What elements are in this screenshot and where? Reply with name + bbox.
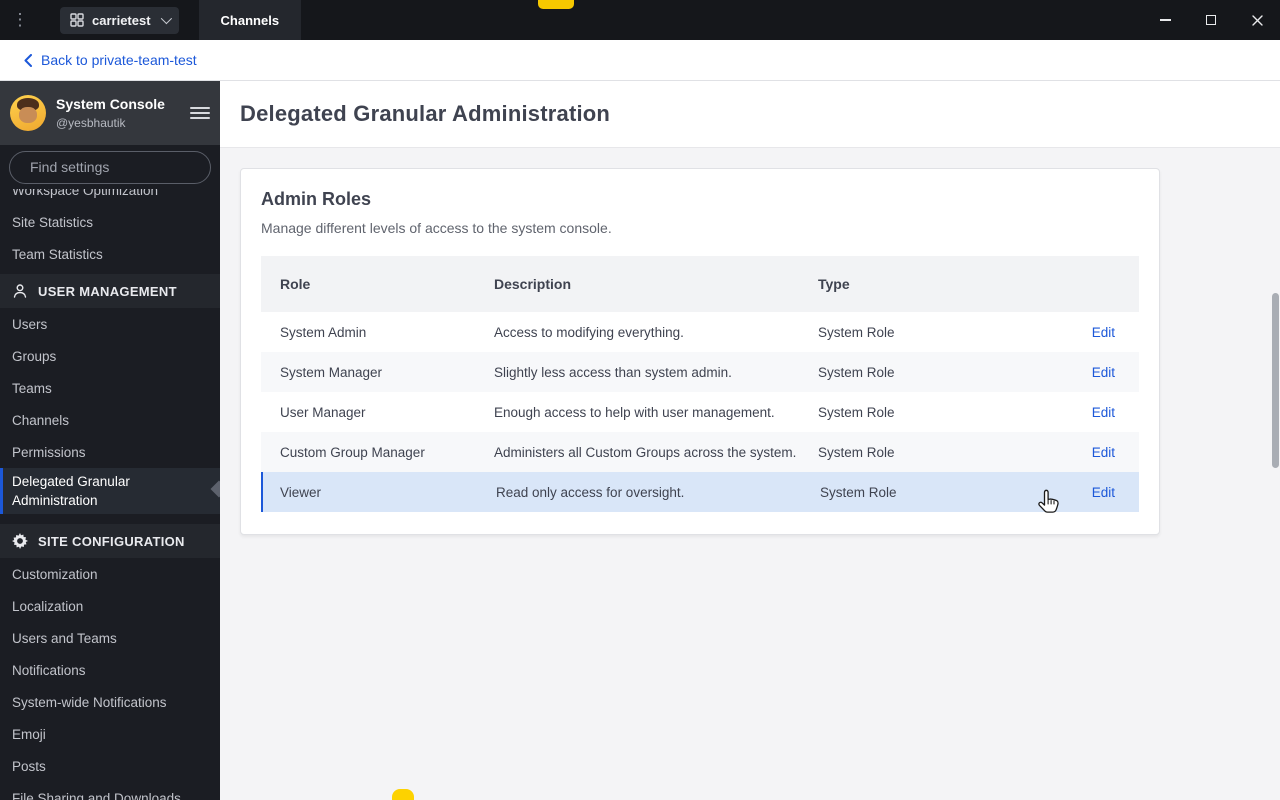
hamburger-menu-icon[interactable] xyxy=(190,103,210,123)
edit-link[interactable]: Edit xyxy=(1092,485,1115,500)
edit-link[interactable]: Edit xyxy=(1092,325,1115,340)
sidebar-item-users[interactable]: Users xyxy=(0,308,220,340)
column-header-description: Description xyxy=(494,276,572,292)
sidebar-item-workspace-optimization[interactable]: Workspace Optimization xyxy=(0,189,220,206)
page-title: Delegated Granular Administration xyxy=(240,101,611,126)
chevron-down-icon xyxy=(160,12,172,25)
cell-role: System Admin xyxy=(280,324,367,340)
table-row-user-manager[interactable]: User Manager Enough access to help with … xyxy=(261,392,1139,432)
cell-description: Access to modifying everything. xyxy=(494,324,684,340)
sidebar-item-users-and-teams[interactable]: Users and Teams xyxy=(0,622,220,654)
column-header-type: Type xyxy=(818,276,850,292)
vertical-scrollbar-thumb[interactable] xyxy=(1272,293,1279,468)
edit-link[interactable]: Edit xyxy=(1092,365,1115,380)
sidebar-titles: System Console @yesbhautik xyxy=(56,96,180,131)
sidebar-item-permissions[interactable]: Permissions xyxy=(0,436,220,468)
admin-roles-card: Admin Roles Manage different levels of a… xyxy=(240,168,1160,535)
sidebar-item-notifications[interactable]: Notifications xyxy=(0,654,220,686)
sidebar-item-delegated-granular-administration[interactable]: Delegated Granular Administration xyxy=(0,468,220,514)
section-header-site-configuration: SITE CONFIGURATION xyxy=(0,524,220,558)
server-selector-button[interactable]: carrietest xyxy=(60,6,179,34)
window-controls xyxy=(1142,0,1280,40)
close-icon xyxy=(1251,14,1263,26)
close-button[interactable] xyxy=(1234,0,1280,40)
section-header-user-management: USER MANAGEMENT xyxy=(0,274,220,308)
maximize-icon xyxy=(1206,15,1216,25)
minimize-icon xyxy=(1159,19,1171,21)
table-row-system-admin[interactable]: System Admin Access to modifying everyth… xyxy=(261,312,1139,352)
card-header: Admin Roles Manage different levels of a… xyxy=(241,169,1159,256)
decorative-yellow-fragment-top xyxy=(538,0,574,9)
console-username: @yesbhautik xyxy=(56,115,126,130)
edit-link[interactable]: Edit xyxy=(1092,445,1115,460)
window-top-bar: ⋮ carrietest Channels xyxy=(0,0,1280,40)
table-row-custom-group-manager[interactable]: Custom Group Manager Administers all Cus… xyxy=(261,432,1139,472)
sidebar-item-site-statistics[interactable]: Site Statistics xyxy=(0,206,220,238)
column-header-role: Role xyxy=(280,276,311,292)
back-navigation-bar: Back to private-team-test xyxy=(0,40,1280,81)
edit-link[interactable]: Edit xyxy=(1092,405,1115,420)
server-name-label: carrietest xyxy=(92,12,151,28)
search-input[interactable] xyxy=(30,159,211,175)
admin-roles-table: Role Description Type System Admin Acces… xyxy=(261,256,1139,512)
cell-type: System Role xyxy=(818,364,895,380)
kebab-menu-icon[interactable]: ⋮ xyxy=(0,0,40,40)
cell-role: System Manager xyxy=(280,364,383,380)
main-content: Admin Roles Manage different levels of a… xyxy=(220,148,1280,800)
sidebar-header: System Console @yesbhautik xyxy=(0,81,220,145)
cell-description: Slightly less access than system admin. xyxy=(494,364,732,380)
cell-type: System Role xyxy=(818,404,895,420)
maximize-button[interactable] xyxy=(1188,0,1234,40)
sidebar-item-localization[interactable]: Localization xyxy=(0,590,220,622)
sidebar-item-channels[interactable]: Channels xyxy=(0,404,220,436)
sidebar-item-emoji[interactable]: Emoji xyxy=(0,718,220,750)
console-title: System Console xyxy=(56,95,165,112)
sidebar-item-posts[interactable]: Posts xyxy=(0,750,220,782)
sidebar-search-area xyxy=(0,145,220,189)
cell-description: Enough access to help with user manageme… xyxy=(494,404,775,420)
server-icon xyxy=(70,13,84,27)
cell-role: User Manager xyxy=(280,404,366,420)
table-row-viewer[interactable]: Viewer Read only access for oversight. S… xyxy=(261,472,1139,512)
card-title: Admin Roles xyxy=(261,189,372,209)
decorative-yellow-fragment-bottom xyxy=(392,789,414,800)
sidebar-item-system-wide-notifications[interactable]: System-wide Notifications xyxy=(0,686,220,718)
cell-type: System Role xyxy=(818,444,895,460)
sidebar-item-groups[interactable]: Groups xyxy=(0,340,220,372)
search-pill xyxy=(9,150,211,184)
sidebar-item-team-statistics[interactable]: Team Statistics xyxy=(0,238,220,270)
cell-description: Administers all Custom Groups across the… xyxy=(494,444,797,460)
system-console-sidebar: System Console @yesbhautik Workspace Opt… xyxy=(0,81,220,800)
cell-type: System Role xyxy=(820,484,897,500)
users-icon xyxy=(13,284,27,298)
minimize-button[interactable] xyxy=(1142,0,1188,40)
back-link[interactable]: Back to private-team-test xyxy=(24,52,197,68)
app-window: ⋮ carrietest Channels Back to private-te… xyxy=(0,0,1280,800)
tab-channels-label: Channels xyxy=(220,12,280,28)
avatar xyxy=(10,95,46,131)
tab-channels[interactable]: Channels xyxy=(198,0,302,40)
gear-icon xyxy=(12,533,28,549)
cell-description: Read only access for oversight. xyxy=(496,484,685,500)
sidebar-item-teams[interactable]: Teams xyxy=(0,372,220,404)
table-header-row: Role Description Type xyxy=(261,256,1139,312)
cell-type: System Role xyxy=(818,324,895,340)
cell-role: Custom Group Manager xyxy=(280,444,425,460)
back-link-label: Back to private-team-test xyxy=(41,52,197,68)
sidebar-item-customization[interactable]: Customization xyxy=(0,558,220,590)
cell-role: Viewer xyxy=(280,484,322,500)
sidebar-item-file-sharing-and-downloads[interactable]: File Sharing and Downloads xyxy=(0,782,220,800)
card-description: Manage different levels of access to the… xyxy=(261,220,612,236)
back-chevron-icon xyxy=(24,53,32,67)
sidebar-nav: Workspace Optimization Site Statistics T… xyxy=(0,189,220,800)
table-row-system-manager[interactable]: System Manager Slightly less access than… xyxy=(261,352,1139,392)
main-header: Delegated Granular Administration xyxy=(220,81,1280,148)
